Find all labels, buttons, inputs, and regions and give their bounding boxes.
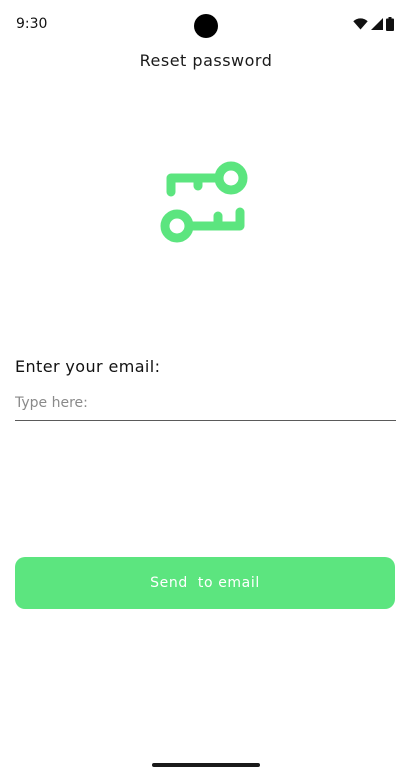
camera-cutout: [194, 14, 218, 38]
wifi-icon: [353, 18, 368, 30]
status-time: 9:30: [16, 16, 48, 32]
page-title: Reset password: [139, 51, 273, 70]
email-input[interactable]: [15, 385, 396, 421]
email-label: Enter your email:: [15, 357, 161, 376]
home-indicator[interactable]: [152, 763, 260, 767]
battery-icon: [386, 17, 394, 31]
status-icons: [353, 17, 394, 31]
signal-icon: [371, 18, 383, 30]
send-to-email-button[interactable]: Send to email: [15, 557, 395, 609]
status-bar: 9:30: [0, 0, 412, 52]
keys-icon: [156, 150, 256, 250]
